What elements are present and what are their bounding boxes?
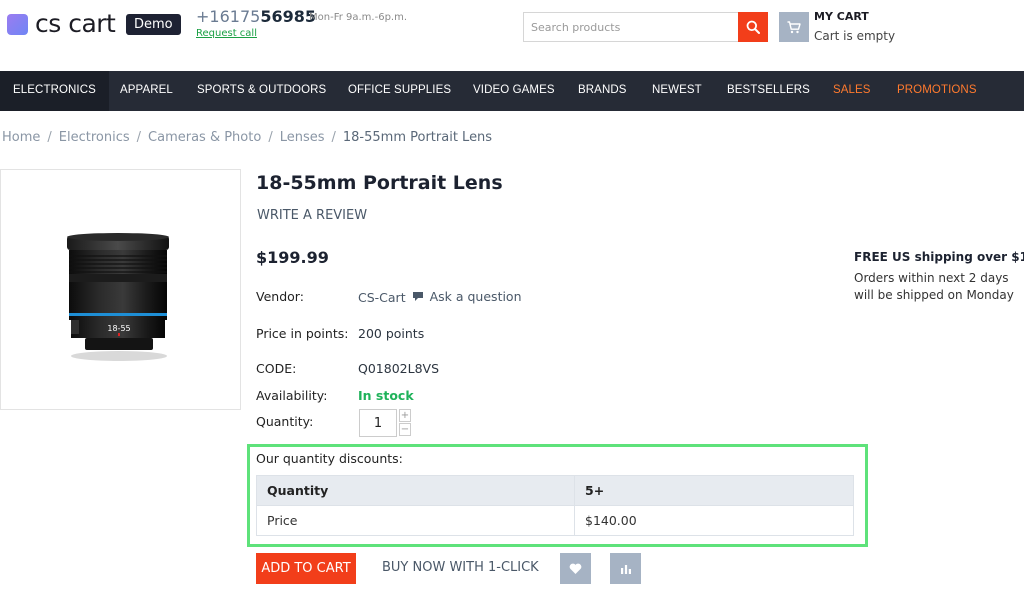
business-hours: Mon-Fr 9a.m.-6p.m. — [309, 12, 408, 23]
shipping-text: Orders within next 2 days will be shippe… — [854, 271, 1014, 302]
nav-item-sports-outdoors[interactable]: SPORTS & OUTDOORS — [197, 71, 326, 111]
vendor-label: Vendor: — [256, 289, 304, 304]
discount-table: Quantity 5+ Price $140.00 — [256, 475, 854, 536]
discount-row-label: Price — [256, 505, 575, 536]
quantity-increase-button[interactable]: + — [399, 409, 411, 422]
shipping-title: FREE US shipping over $100! — [854, 250, 1024, 264]
lens-image: 18-55 — [67, 233, 169, 361]
cart-title[interactable]: MY CART — [814, 10, 869, 23]
nav-item-electronics[interactable]: ELECTRONICS — [0, 71, 109, 111]
nav-item-newest[interactable]: NEWEST — [652, 71, 702, 111]
write-review-link[interactable]: WRITE A REVIEW — [257, 208, 367, 223]
ask-question-link[interactable]: Ask a question — [410, 289, 522, 304]
demo-badge: Demo — [126, 14, 181, 35]
ask-question-text: Ask a question — [429, 289, 522, 304]
bar-chart-icon — [620, 565, 631, 574]
phone-number: +1617556985 — [196, 7, 316, 26]
breadcrumb: Home / Electronics / Cameras & Photo / Lenses /… — [2, 130, 492, 145]
discount-title: Our quantity discounts: — [256, 451, 403, 466]
request-call-link[interactable]: Request call — [196, 28, 257, 39]
breadcrumb-separator: / — [268, 130, 273, 145]
product-image[interactable]: 18-55 — [0, 169, 241, 410]
breadcrumb-current: 18-55mm Portrait Lens — [342, 130, 493, 145]
discount-header-value: 5+ — [574, 475, 854, 506]
search-input[interactable] — [523, 12, 739, 42]
code-value: Q01802L8VS — [358, 361, 440, 376]
search-icon — [746, 20, 760, 34]
logo-icon[interactable] — [7, 14, 28, 35]
breadcrumb-electronics[interactable]: Electronics — [59, 130, 130, 145]
code-label: CODE: — [256, 361, 297, 376]
discount-header-row: Quantity 5+ — [256, 475, 854, 506]
breadcrumb-separator: / — [47, 130, 52, 145]
heart-icon — [569, 563, 582, 574]
nav-item-video-games[interactable]: VIDEO GAMES — [473, 71, 555, 111]
cart-icon — [787, 20, 801, 33]
quantity-decrease-button[interactable]: − — [399, 423, 411, 436]
availability-value: In stock — [358, 388, 414, 403]
buy-now-one-click-button[interactable]: BUY NOW WITH 1-CLICK — [382, 560, 539, 575]
discount-header-label: Quantity — [256, 475, 575, 506]
breadcrumb-lenses[interactable]: Lenses — [280, 130, 325, 145]
main-navigation: ELECTRONICS APPAREL SPORTS & OUTDOORS OF… — [0, 71, 1024, 111]
cart-status: Cart is empty — [814, 29, 896, 43]
discount-price-row: Price $140.00 — [256, 505, 854, 536]
breadcrumb-home[interactable]: Home — [2, 130, 40, 145]
points-label: Price in points: — [256, 326, 349, 341]
nav-item-bestsellers[interactable]: BESTSELLERS — [727, 71, 810, 111]
wishlist-button[interactable] — [560, 553, 591, 584]
nav-item-apparel[interactable]: APPAREL — [120, 71, 173, 111]
compare-button[interactable] — [610, 553, 641, 584]
nav-item-promotions[interactable]: PROMOTIONS — [897, 71, 977, 111]
nav-item-brands[interactable]: BRANDS — [578, 71, 627, 111]
add-to-cart-button[interactable]: ADD TO CART — [256, 553, 356, 584]
breadcrumb-separator: / — [136, 130, 142, 145]
points-value: 200 points — [358, 326, 425, 341]
product-title: 18-55mm Portrait Lens — [256, 172, 503, 194]
logo-text[interactable]: cs cart — [35, 9, 116, 38]
breadcrumb-cameras-photo[interactable]: Cameras & Photo — [148, 130, 261, 145]
cart-button[interactable] — [779, 12, 809, 42]
quantity-input[interactable] — [359, 409, 397, 437]
search-button[interactable] — [738, 12, 768, 42]
nav-item-sales[interactable]: SALES — [833, 71, 871, 111]
chat-bubble-icon — [412, 292, 423, 301]
quantity-label: Quantity: — [256, 414, 314, 429]
nav-item-office-supplies[interactable]: OFFICE SUPPLIES — [348, 71, 451, 111]
phone-bold: 56985 — [260, 7, 316, 26]
vendor-link[interactable]: CS-Cart — [358, 290, 406, 305]
vendor-value: CS-Cart Ask a question — [358, 289, 522, 305]
lens-label: 18-55 — [107, 324, 130, 333]
phone-prefix: +16175 — [196, 7, 261, 26]
product-price: $199.99 — [256, 248, 329, 267]
breadcrumb-separator: / — [331, 130, 336, 145]
discount-row-value: $140.00 — [574, 505, 854, 536]
availability-label: Availability: — [256, 388, 328, 403]
